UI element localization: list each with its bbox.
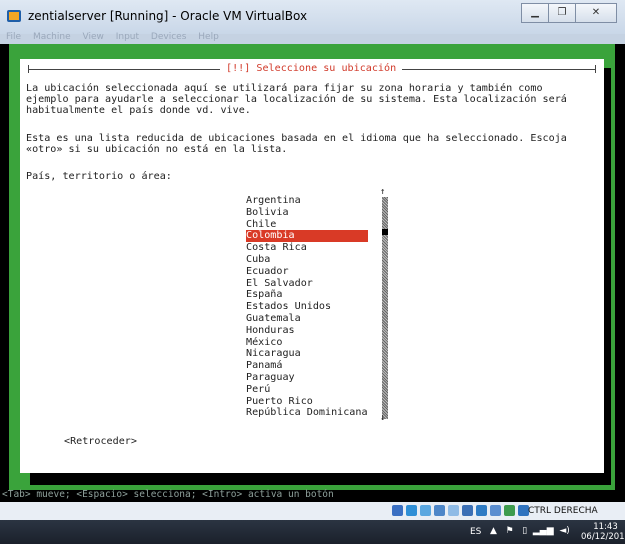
intro-paragraph: La ubicación seleccionada aquí se utiliz…	[26, 83, 567, 117]
host-key-label: CTRL DERECHA	[528, 506, 598, 516]
clock-time: 11:43	[593, 522, 618, 532]
signal-icon[interactable]: ▂▄▆	[533, 526, 554, 536]
vbox-status-bar: CTRL DERECHA	[0, 502, 625, 520]
country-item[interactable]: Bolivia	[246, 207, 368, 219]
menu-machine[interactable]: Machine	[33, 32, 71, 42]
country-item[interactable]: República Dominicana	[246, 407, 368, 419]
country-prompt: País, territorio o área:	[26, 171, 172, 182]
menu-view[interactable]: View	[83, 32, 104, 42]
country-item[interactable]: Nicaragua	[246, 348, 368, 360]
country-item[interactable]: Chile	[246, 219, 368, 231]
shared-folders-icon[interactable]	[462, 505, 473, 516]
country-item[interactable]: Perú	[246, 384, 368, 396]
country-item[interactable]: Argentina	[246, 195, 368, 207]
language-indicator[interactable]: ES	[470, 527, 481, 537]
country-item[interactable]: Ecuador	[246, 266, 368, 278]
usb-icon[interactable]	[448, 505, 459, 516]
country-item[interactable]: Estados Unidos	[246, 301, 368, 313]
window-controls: ▁ ❐ ✕	[521, 3, 617, 23]
country-list[interactable]: Argentina Bolivia Chile Colombia Costa R…	[246, 195, 368, 419]
display-icon[interactable]	[476, 505, 487, 516]
taskbar-clock[interactable]: 11:43 06/12/2018	[581, 522, 625, 542]
installer-hint-bar: <Tab> mueve; <Espacio> selecciona; <Intr…	[0, 489, 625, 502]
country-item[interactable]: Paraguay	[246, 372, 368, 384]
flag-icon[interactable]: ⚑	[506, 526, 514, 536]
country-item[interactable]: España	[246, 289, 368, 301]
menu-help[interactable]: Help	[198, 32, 219, 42]
installer-dialog: [!!] Seleccione su ubicación La ubicació…	[20, 59, 604, 473]
hard-disk-icon[interactable]	[392, 505, 403, 516]
scrollbar-thumb[interactable]	[382, 229, 388, 235]
vbox-device-icons	[392, 505, 532, 516]
country-item[interactable]: Guatemala	[246, 313, 368, 325]
volume-icon[interactable]: ◄)	[559, 526, 569, 536]
menu-list: File Machine View Input Devices Help	[6, 32, 228, 42]
window-title: zentialserver [Running] - Oracle VM Virt…	[28, 9, 308, 23]
tray-expand-icon[interactable]: ▲	[490, 526, 497, 536]
windows-taskbar: ES ▲ ⚑ ▯ ▂▄▆ ◄) 11:43 06/12/2018	[0, 520, 625, 544]
country-item[interactable]: Panamá	[246, 360, 368, 372]
frame-left-cap	[28, 65, 29, 73]
dialog-title: [!!] Seleccione su ubicación	[220, 63, 403, 75]
battery-icon[interactable]: ▯	[522, 526, 527, 536]
frame-right-cap	[595, 65, 596, 73]
country-item-selected[interactable]: Colombia	[246, 230, 368, 243]
clock-date: 06/12/2018	[581, 532, 625, 542]
virtualbox-app-icon	[7, 10, 21, 22]
menu-input[interactable]: Input	[116, 32, 139, 42]
restore-button[interactable]: ❐	[548, 3, 576, 23]
country-item[interactable]: Puerto Rico	[246, 396, 368, 408]
system-tray: ▲ ⚑ ▯ ▂▄▆ ◄)	[490, 526, 570, 536]
cpu-icon[interactable]	[504, 505, 515, 516]
back-button[interactable]: <Retroceder>	[64, 436, 137, 447]
recording-icon[interactable]	[490, 505, 501, 516]
scroll-down-arrow-icon[interactable]: ↓	[380, 413, 385, 424]
info-paragraph: Esta es una lista reducida de ubicacione…	[26, 133, 567, 156]
key-hint-text: <Tab> mueve; <Espacio> selecciona; <Intr…	[2, 489, 334, 500]
network-icon[interactable]	[434, 505, 445, 516]
country-item[interactable]: Cuba	[246, 254, 368, 266]
menu-file[interactable]: File	[6, 32, 21, 42]
close-button[interactable]: ✕	[575, 3, 617, 23]
country-item[interactable]: México	[246, 337, 368, 349]
minimize-button[interactable]: ▁	[521, 3, 549, 23]
audio-icon[interactable]	[420, 505, 431, 516]
menu-devices[interactable]: Devices	[151, 32, 186, 42]
optical-drive-icon[interactable]	[406, 505, 417, 516]
country-item[interactable]: El Salvador	[246, 278, 368, 290]
country-item[interactable]: Costa Rica	[246, 242, 368, 254]
window-titlebar: zentialserver [Running] - Oracle VM Virt…	[0, 0, 625, 35]
menubar: File Machine View Input Devices Help	[0, 32, 625, 44]
country-item[interactable]: Honduras	[246, 325, 368, 337]
